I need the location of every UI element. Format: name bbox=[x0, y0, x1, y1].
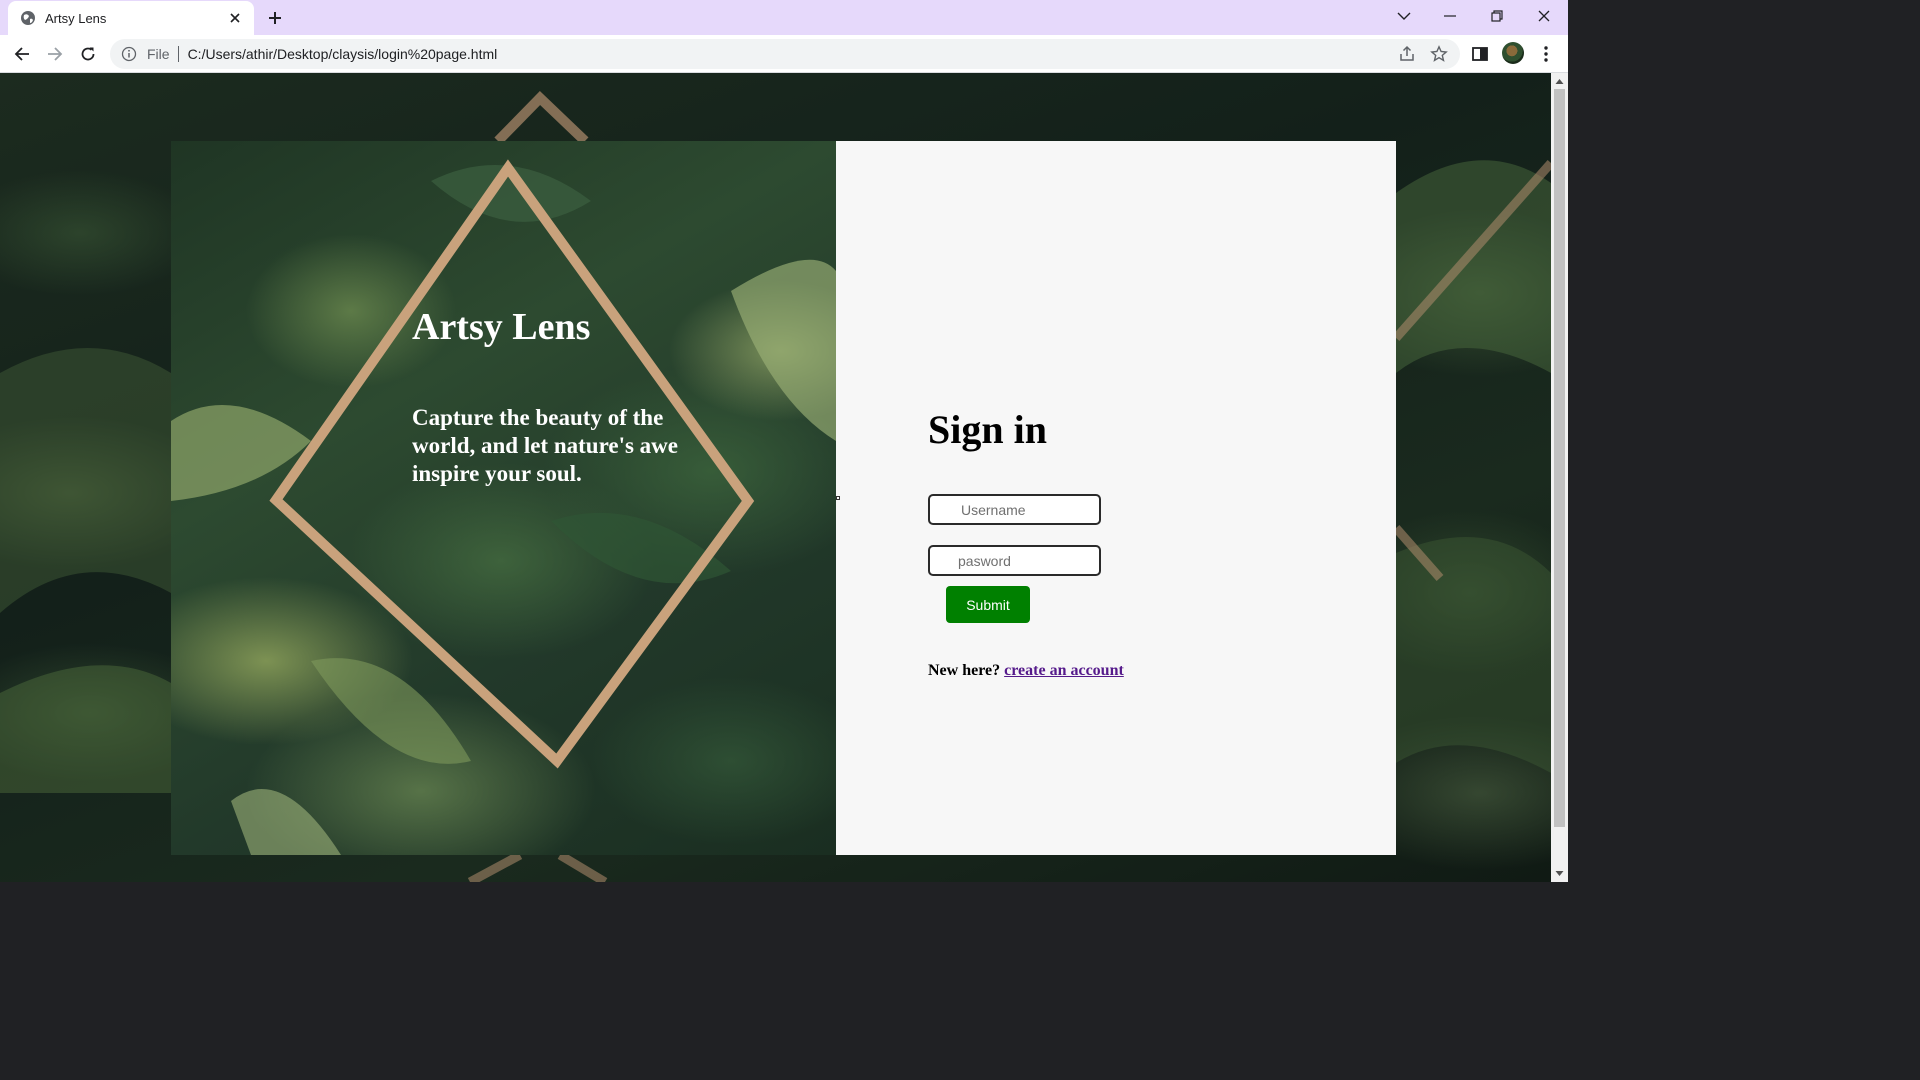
leaf-frame-illustration bbox=[171, 159, 836, 855]
brand-tagline: Capture the beauty of the world, and let… bbox=[412, 405, 678, 486]
page-viewport: Artsy Lens Capture the beauty of the wor… bbox=[0, 73, 1551, 882]
hero-image-panel: Artsy Lens Capture the beauty of the wor… bbox=[171, 141, 836, 855]
scroll-down-arrow-icon[interactable] bbox=[1555, 869, 1564, 878]
address-divider bbox=[177, 46, 179, 62]
back-arrow-icon[interactable] bbox=[10, 42, 34, 66]
submit-button[interactable]: Submit bbox=[946, 586, 1030, 623]
username-input[interactable] bbox=[928, 494, 1101, 525]
scroll-up-arrow-icon[interactable] bbox=[1555, 77, 1564, 86]
address-bar[interactable]: File C:/Users/athir/Desktop/claysis/logi… bbox=[110, 39, 1460, 69]
new-tab-icon[interactable] bbox=[264, 7, 286, 29]
browser-toolbar: File C:/Users/athir/Desktop/claysis/logi… bbox=[0, 35, 1568, 73]
close-window-icon[interactable] bbox=[1531, 5, 1557, 27]
scrollbar-thumb[interactable] bbox=[1554, 89, 1565, 827]
restore-icon[interactable] bbox=[1484, 5, 1510, 27]
globe-icon bbox=[20, 10, 36, 26]
side-panel-icon[interactable] bbox=[1468, 42, 1492, 66]
new-here-label: New here? bbox=[928, 662, 1001, 679]
profile-avatar[interactable] bbox=[1502, 42, 1524, 64]
browser-tab[interactable]: Artsy Lens bbox=[8, 1, 254, 35]
tab-search-chevron-icon[interactable] bbox=[1391, 5, 1417, 27]
kebab-menu-icon[interactable] bbox=[1534, 42, 1558, 66]
brand-title: Artsy Lens bbox=[412, 306, 591, 348]
signin-heading: Sign in bbox=[928, 407, 1047, 452]
resize-handle[interactable] bbox=[836, 496, 840, 500]
info-icon[interactable] bbox=[121, 46, 137, 62]
tab-title: Artsy Lens bbox=[45, 10, 107, 26]
bookmark-star-icon[interactable] bbox=[1430, 45, 1448, 63]
password-input[interactable] bbox=[928, 545, 1101, 576]
share-icon[interactable] bbox=[1398, 45, 1416, 63]
forward-arrow-icon[interactable] bbox=[43, 42, 67, 66]
close-tab-icon[interactable] bbox=[226, 9, 244, 27]
page-scrollbar[interactable] bbox=[1551, 73, 1568, 882]
create-account-link[interactable]: create an account bbox=[1004, 662, 1124, 679]
new-here-text: New here? create an account bbox=[928, 662, 1124, 680]
reload-icon[interactable] bbox=[76, 42, 100, 66]
tab-strip: Artsy Lens bbox=[0, 0, 1568, 35]
minimize-icon[interactable] bbox=[1437, 5, 1463, 27]
address-scheme: File bbox=[147, 46, 170, 62]
address-url[interactable]: C:/Users/athir/Desktop/claysis/login%20p… bbox=[188, 46, 498, 62]
signin-form-panel: Sign in Submit New here? create an accou… bbox=[836, 141, 1396, 855]
